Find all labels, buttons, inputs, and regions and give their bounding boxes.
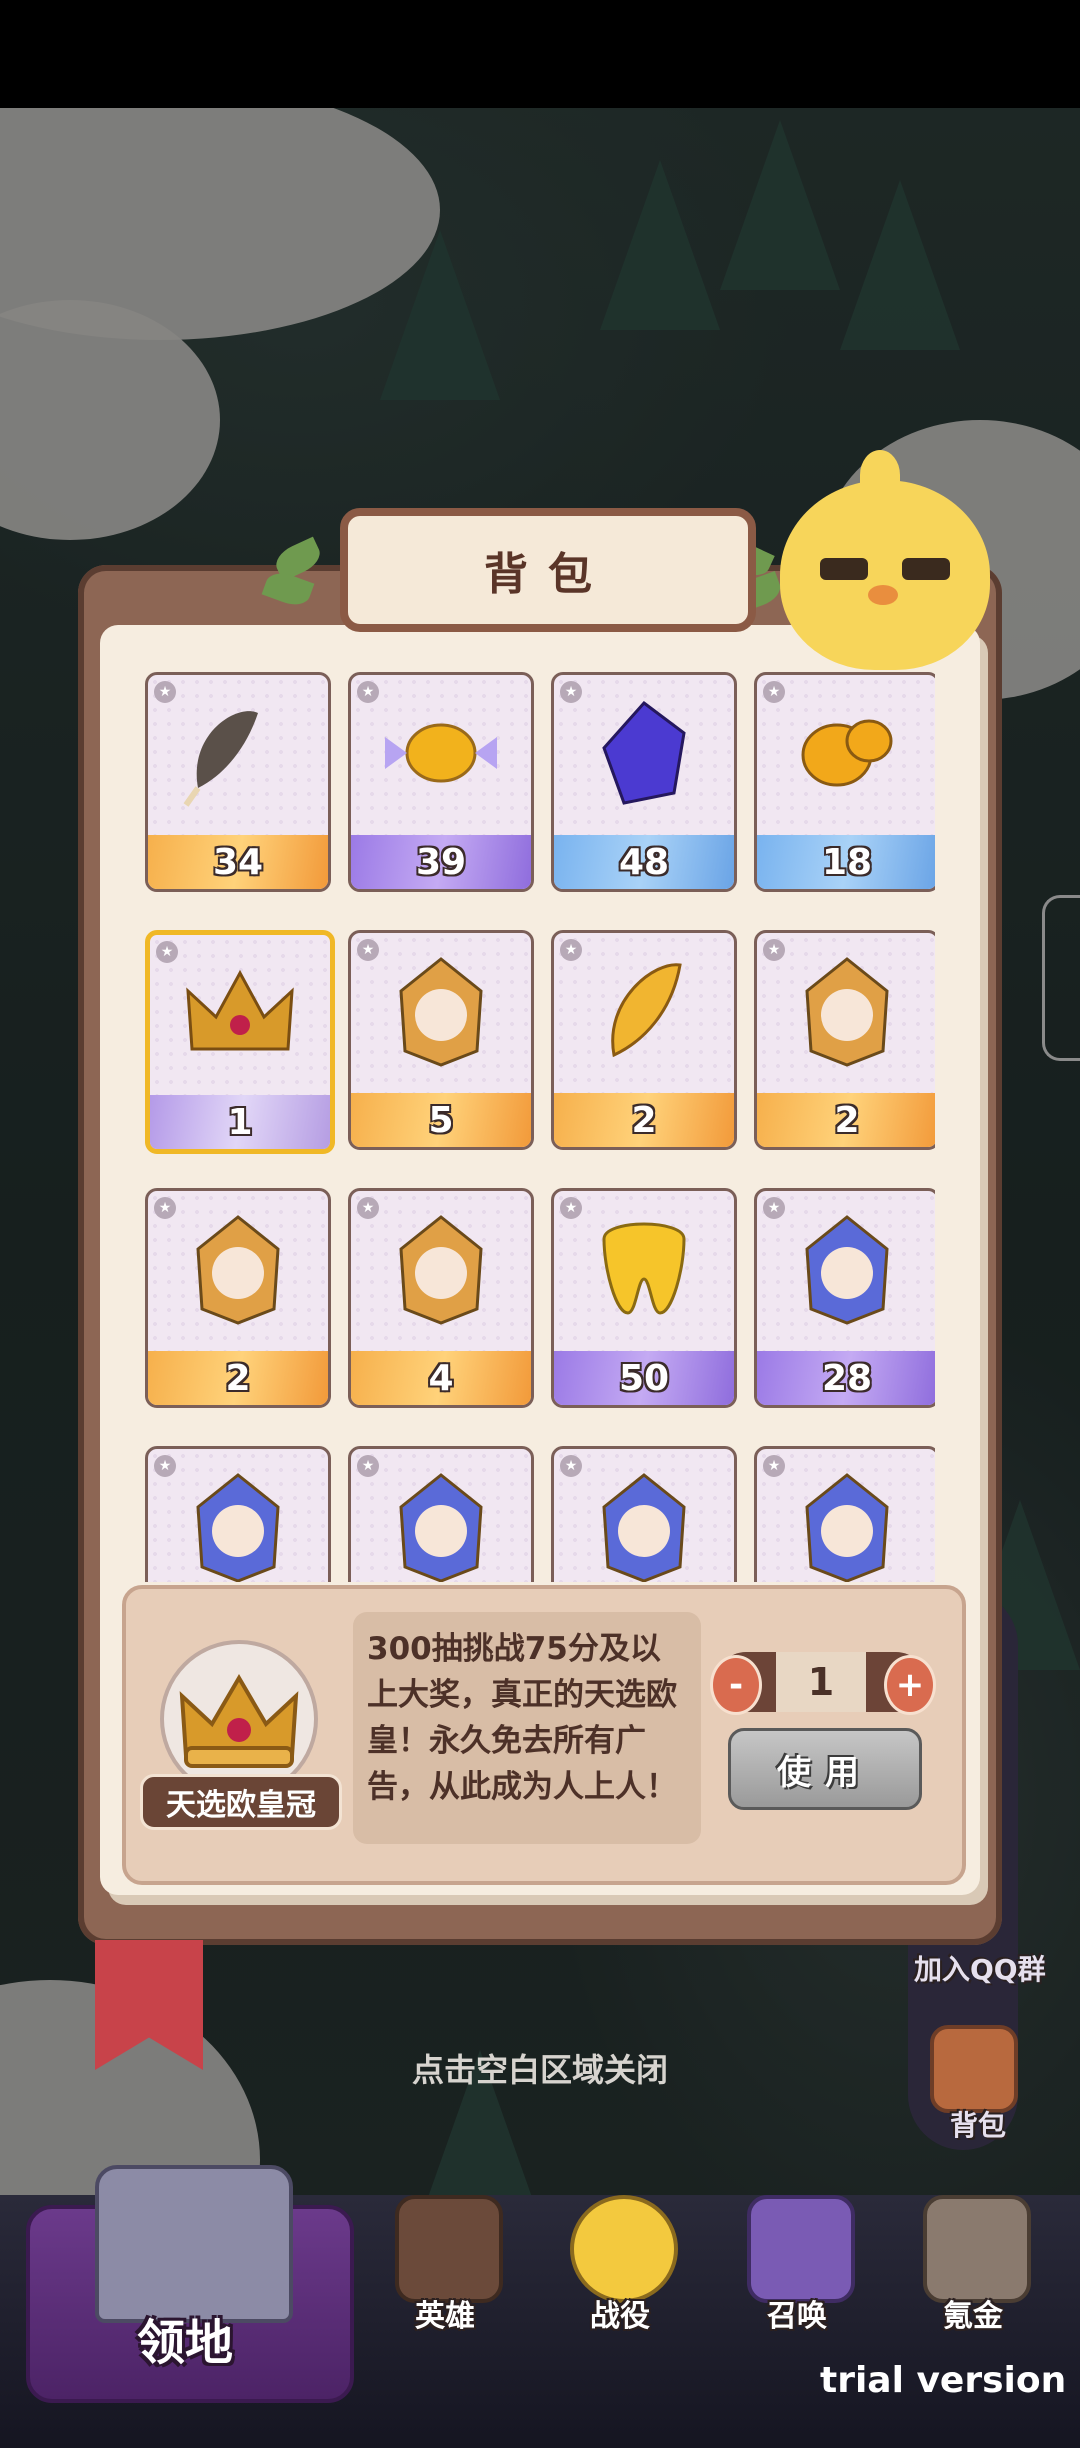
inventory-slot[interactable]: ★ 39 [348, 672, 534, 892]
inventory-slot[interactable]: ★ 2 [754, 930, 935, 1150]
star-icon: ★ [154, 1197, 176, 1219]
star-icon: ★ [357, 1455, 379, 1477]
inventory-slot[interactable]: ★ 28 [754, 1188, 935, 1408]
star-icon: ★ [763, 1455, 785, 1477]
hero-portrait-icon [787, 1209, 907, 1333]
feather-icon [178, 693, 298, 817]
chick-warrior-icon [570, 2195, 678, 2303]
panel-title-text: 背包 [484, 549, 612, 600]
panel-title: 背包 [340, 508, 756, 632]
candy-icon [381, 693, 501, 817]
inventory-slot[interactable]: ★ 48 [551, 672, 737, 892]
join-qq-group-label[interactable]: 加入QQ群 [914, 1948, 1046, 1988]
nav-shop-label: 氪金 [943, 2299, 1003, 2334]
star-icon: ★ [763, 939, 785, 961]
inventory-slot[interactable]: ★ 2 [551, 930, 737, 1150]
star-icon: ★ [357, 681, 379, 703]
inventory-slot[interactable]: ★ [145, 1446, 331, 1582]
star-icon: ★ [560, 1197, 582, 1219]
inventory-slot[interactable]: ★ 18 [754, 672, 935, 892]
nav-battle-button[interactable]: 战役 [545, 2185, 695, 2375]
golden-feather-icon [584, 951, 704, 1075]
inventory-slot[interactable]: ★ 34 [145, 672, 331, 892]
nav-summon-button[interactable]: 召唤 [722, 2185, 872, 2375]
chick-eye [820, 558, 868, 580]
increase-quantity-button[interactable]: + [884, 1655, 936, 1715]
item-count: 2 [554, 1093, 734, 1147]
crown-icon [179, 1674, 299, 1768]
backpack-button-label[interactable]: 背包 [950, 2104, 1006, 2144]
star-icon: ★ [357, 1197, 379, 1219]
item-count: 1 [150, 1095, 330, 1149]
star-icon: ★ [763, 681, 785, 703]
side-drawer-handle[interactable] [1042, 895, 1080, 1061]
status-bar [0, 0, 1080, 108]
hero-portrait-icon [787, 951, 907, 1075]
inventory-slot[interactable]: ★ [348, 1446, 534, 1582]
item-count: 39 [351, 835, 531, 889]
nav-battle-label: 战役 [590, 2299, 650, 2334]
inventory-slot[interactable]: ★ 1 [145, 930, 335, 1154]
crystal-icon [584, 693, 704, 817]
chick-beak [868, 585, 898, 605]
item-count: 5 [351, 1093, 531, 1147]
inventory-grid[interactable]: ★ 34 ★ 39 ★ 48 ★ 18 ★ 1 ★ 5 ★ 2 ★ 2 ★ 2 ★ 4 ★ 50 ★ 28 ★ ★ ★ ★ [145, 672, 935, 1582]
item-count: 50 [554, 1351, 734, 1405]
inventory-slot[interactable]: ★ 4 [348, 1188, 534, 1408]
item-count: 4 [351, 1351, 531, 1405]
crown-icon [180, 953, 300, 1077]
nav-summon-label: 召唤 [767, 2299, 827, 2334]
inventory-slot[interactable]: ★ [551, 1446, 737, 1582]
gold-nugget-icon [787, 693, 907, 817]
item-count: 18 [757, 835, 935, 889]
book-icon [395, 2195, 503, 2303]
decrease-quantity-button[interactable]: - [710, 1655, 762, 1715]
star-icon: ★ [560, 939, 582, 961]
hero-portrait-icon [178, 1467, 298, 1582]
item-description: 300抽挑战75分及以上大奖，真正的天选欧皇！永久免去所有广告，从此成为人上人！ [353, 1612, 701, 1844]
star-icon: ★ [154, 1455, 176, 1477]
star-icon: ★ [154, 681, 176, 703]
item-count: 2 [148, 1351, 328, 1405]
item-count: 34 [148, 835, 328, 889]
inventory-slot[interactable]: ★ 5 [348, 930, 534, 1150]
hero-portrait-icon [381, 1467, 501, 1582]
selected-item-name: 天选欧皇冠 [140, 1774, 342, 1830]
chick-eye [902, 558, 950, 580]
treasure-chest-icon [923, 2195, 1031, 2303]
inventory-slot[interactable]: ★ 2 [145, 1188, 331, 1408]
inventory-slot[interactable]: ★ 50 [551, 1188, 737, 1408]
item-count: 2 [757, 1093, 935, 1147]
summon-circle-icon [747, 2195, 855, 2303]
hero-portrait-icon [584, 1467, 704, 1582]
nav-heroes-button[interactable]: 英雄 [370, 2185, 520, 2375]
nav-territory-label[interactable]: 领地 [110, 2303, 260, 2373]
star-icon: ★ [357, 939, 379, 961]
close-hint-text: 点击空白区域关闭 [411, 2051, 668, 2089]
hero-portrait-icon [787, 1467, 907, 1582]
castle-icon [95, 2165, 293, 2323]
chick-mascot [780, 450, 990, 670]
use-item-button[interactable]: 使用 [728, 1728, 922, 1810]
chick-tuft [860, 450, 900, 500]
golden-tooth-icon [584, 1209, 704, 1333]
trial-watermark: trial version [820, 2360, 1067, 2401]
star-icon: ★ [560, 1455, 582, 1477]
hero-portrait-icon [178, 1209, 298, 1333]
quantity-stepper: - 1 + [710, 1652, 936, 1715]
quantity-value[interactable]: 1 [776, 1652, 866, 1712]
inventory-slot[interactable]: ★ [754, 1446, 935, 1582]
nav-shop-button[interactable]: 氪金 [898, 2185, 1048, 2375]
star-icon: ★ [156, 941, 178, 963]
hero-portrait-icon [381, 951, 501, 1075]
hero-portrait-icon [381, 1209, 501, 1333]
item-count: 48 [554, 835, 734, 889]
item-count: 28 [757, 1351, 935, 1405]
star-icon: ★ [763, 1197, 785, 1219]
star-icon: ★ [560, 681, 582, 703]
nav-heroes-label: 英雄 [415, 2299, 475, 2334]
